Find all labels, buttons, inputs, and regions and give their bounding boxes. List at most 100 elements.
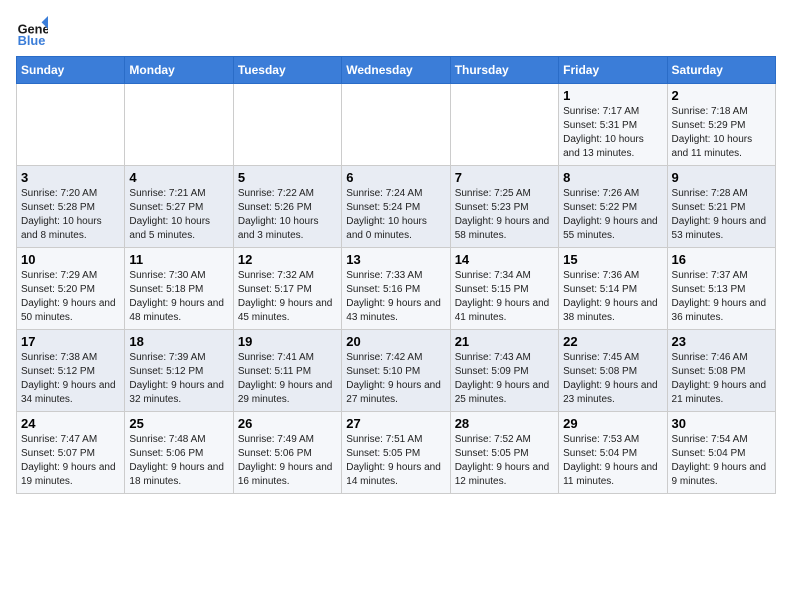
calendar-cell: [450, 84, 558, 166]
svg-text:Blue: Blue: [18, 33, 46, 48]
calendar-week-row: 17Sunrise: 7:38 AM Sunset: 5:12 PM Dayli…: [17, 330, 776, 412]
weekday-header: Sunday: [17, 57, 125, 84]
day-info: Sunrise: 7:33 AM Sunset: 5:16 PM Dayligh…: [346, 269, 445, 325]
day-info: Sunrise: 7:30 AM Sunset: 5:18 PM Dayligh…: [129, 269, 228, 325]
day-number: 26: [238, 416, 337, 431]
calendar-cell: 20 Sunrise: 7:42 AM Sunset: 5:10 PM Dayli…: [342, 330, 450, 412]
day-info: Sunrise: 7:29 AM Sunset: 5:20 PM Dayligh…: [21, 269, 120, 325]
weekday-header: Saturday: [667, 57, 775, 84]
calendar-cell: 15Sunrise: 7:36 AM Sunset: 5:14 PM Dayli…: [559, 248, 667, 330]
calendar-cell: 24 Sunrise: 7:47 AM Sunset: 5:07 PM Dayli…: [17, 412, 125, 494]
day-info: Sunrise: 7:45 AM Sunset: 5:08 PM Dayligh…: [563, 351, 662, 407]
day-number: 4: [129, 170, 228, 185]
day-number: 9: [672, 170, 771, 185]
day-number: 6: [346, 170, 445, 185]
calendar-cell: [342, 84, 450, 166]
day-number: 24: [21, 416, 120, 431]
calendar-cell: 29 Sunrise: 7:53 AM Sunset: 5:04 PM Dayli…: [559, 412, 667, 494]
weekday-row: SundayMondayTuesdayWednesdayThursdayFrid…: [17, 57, 776, 84]
weekday-header: Tuesday: [233, 57, 341, 84]
weekday-header: Wednesday: [342, 57, 450, 84]
day-number: 14: [455, 252, 554, 267]
day-number: 15: [563, 252, 662, 267]
calendar-cell: 22Sunrise: 7:45 AM Sunset: 5:08 PM Dayli…: [559, 330, 667, 412]
day-number: 18: [129, 334, 228, 349]
day-info: Sunrise: 7:28 AM Sunset: 5:21 PM Dayligh…: [672, 187, 771, 243]
calendar-cell: 17Sunrise: 7:38 AM Sunset: 5:12 PM Dayli…: [17, 330, 125, 412]
calendar-cell: 21 Sunrise: 7:43 AM Sunset: 5:09 PM Dayli…: [450, 330, 558, 412]
day-info: Sunrise: 7:51 AM Sunset: 5:05 PM Dayligh…: [346, 433, 445, 489]
calendar-cell: 27 Sunrise: 7:51 AM Sunset: 5:05 PM Dayli…: [342, 412, 450, 494]
calendar-cell: 4 Sunrise: 7:21 AM Sunset: 5:27 PM Daylig…: [125, 166, 233, 248]
calendar-cell: [125, 84, 233, 166]
day-info: Sunrise: 7:41 AM Sunset: 5:11 PM Dayligh…: [238, 351, 337, 407]
calendar-cell: 7Sunrise: 7:25 AM Sunset: 5:23 PM Daylig…: [450, 166, 558, 248]
calendar-cell: 12 Sunrise: 7:32 AM Sunset: 5:17 PM Dayli…: [233, 248, 341, 330]
day-info: Sunrise: 7:54 AM Sunset: 5:04 PM Dayligh…: [672, 433, 771, 489]
day-info: Sunrise: 7:53 AM Sunset: 5:04 PM Dayligh…: [563, 433, 662, 489]
day-number: 21: [455, 334, 554, 349]
calendar-table: SundayMondayTuesdayWednesdayThursdayFrid…: [16, 56, 776, 494]
day-info: Sunrise: 7:17 AM Sunset: 5:31 PM Dayligh…: [563, 105, 662, 161]
calendar-cell: 2Sunrise: 7:18 AM Sunset: 5:29 PM Daylig…: [667, 84, 775, 166]
day-info: Sunrise: 7:26 AM Sunset: 5:22 PM Dayligh…: [563, 187, 662, 243]
logo: General Blue: [16, 16, 48, 48]
day-info: Sunrise: 7:24 AM Sunset: 5:24 PM Dayligh…: [346, 187, 445, 243]
logo-icon: General Blue: [16, 16, 48, 48]
calendar-cell: [17, 84, 125, 166]
day-number: 25: [129, 416, 228, 431]
calendar-body: 1 Sunrise: 7:17 AM Sunset: 5:31 PM Daylig…: [17, 84, 776, 494]
weekday-header: Friday: [559, 57, 667, 84]
day-info: Sunrise: 7:37 AM Sunset: 5:13 PM Dayligh…: [672, 269, 771, 325]
calendar-cell: 11 Sunrise: 7:30 AM Sunset: 5:18 PM Dayli…: [125, 248, 233, 330]
calendar-cell: 30Sunrise: 7:54 AM Sunset: 5:04 PM Dayli…: [667, 412, 775, 494]
calendar-cell: 28Sunrise: 7:52 AM Sunset: 5:05 PM Dayli…: [450, 412, 558, 494]
day-number: 27: [346, 416, 445, 431]
calendar-cell: [233, 84, 341, 166]
day-info: Sunrise: 7:43 AM Sunset: 5:09 PM Dayligh…: [455, 351, 554, 407]
day-number: 13: [346, 252, 445, 267]
day-info: Sunrise: 7:39 AM Sunset: 5:12 PM Dayligh…: [129, 351, 228, 407]
calendar-cell: 13 Sunrise: 7:33 AM Sunset: 5:16 PM Dayli…: [342, 248, 450, 330]
day-number: 20: [346, 334, 445, 349]
calendar-week-row: 10Sunrise: 7:29 AM Sunset: 5:20 PM Dayli…: [17, 248, 776, 330]
day-info: Sunrise: 7:52 AM Sunset: 5:05 PM Dayligh…: [455, 433, 554, 489]
day-number: 17: [21, 334, 120, 349]
day-number: 12: [238, 252, 337, 267]
weekday-header: Monday: [125, 57, 233, 84]
day-number: 8: [563, 170, 662, 185]
calendar-cell: 16 Sunrise: 7:37 AM Sunset: 5:13 PM Dayli…: [667, 248, 775, 330]
calendar-cell: 5 Sunrise: 7:22 AM Sunset: 5:26 PM Daylig…: [233, 166, 341, 248]
calendar-week-row: 24 Sunrise: 7:47 AM Sunset: 5:07 PM Dayli…: [17, 412, 776, 494]
day-info: Sunrise: 7:48 AM Sunset: 5:06 PM Dayligh…: [129, 433, 228, 489]
day-info: Sunrise: 7:21 AM Sunset: 5:27 PM Dayligh…: [129, 187, 228, 243]
page-header: General Blue: [16, 16, 776, 48]
day-info: Sunrise: 7:18 AM Sunset: 5:29 PM Dayligh…: [672, 105, 771, 161]
calendar-week-row: 3Sunrise: 7:20 AM Sunset: 5:28 PM Daylig…: [17, 166, 776, 248]
weekday-header: Thursday: [450, 57, 558, 84]
day-info: Sunrise: 7:42 AM Sunset: 5:10 PM Dayligh…: [346, 351, 445, 407]
day-info: Sunrise: 7:22 AM Sunset: 5:26 PM Dayligh…: [238, 187, 337, 243]
calendar-cell: 6 Sunrise: 7:24 AM Sunset: 5:24 PM Daylig…: [342, 166, 450, 248]
day-info: Sunrise: 7:47 AM Sunset: 5:07 PM Dayligh…: [21, 433, 120, 489]
day-number: 19: [238, 334, 337, 349]
calendar-cell: 3Sunrise: 7:20 AM Sunset: 5:28 PM Daylig…: [17, 166, 125, 248]
day-info: Sunrise: 7:46 AM Sunset: 5:08 PM Dayligh…: [672, 351, 771, 407]
day-number: 11: [129, 252, 228, 267]
day-number: 1: [563, 88, 662, 103]
calendar-header: SundayMondayTuesdayWednesdayThursdayFrid…: [17, 57, 776, 84]
calendar-week-row: 1 Sunrise: 7:17 AM Sunset: 5:31 PM Daylig…: [17, 84, 776, 166]
day-info: Sunrise: 7:32 AM Sunset: 5:17 PM Dayligh…: [238, 269, 337, 325]
day-number: 29: [563, 416, 662, 431]
calendar-cell: 10Sunrise: 7:29 AM Sunset: 5:20 PM Dayli…: [17, 248, 125, 330]
day-number: 23: [672, 334, 771, 349]
calendar-cell: 25 Sunrise: 7:48 AM Sunset: 5:06 PM Dayli…: [125, 412, 233, 494]
day-info: Sunrise: 7:25 AM Sunset: 5:23 PM Dayligh…: [455, 187, 554, 243]
day-number: 5: [238, 170, 337, 185]
day-info: Sunrise: 7:20 AM Sunset: 5:28 PM Dayligh…: [21, 187, 120, 243]
day-number: 16: [672, 252, 771, 267]
calendar-cell: 8 Sunrise: 7:26 AM Sunset: 5:22 PM Daylig…: [559, 166, 667, 248]
day-info: Sunrise: 7:34 AM Sunset: 5:15 PM Dayligh…: [455, 269, 554, 325]
calendar-cell: 19 Sunrise: 7:41 AM Sunset: 5:11 PM Dayli…: [233, 330, 341, 412]
calendar-cell: 26Sunrise: 7:49 AM Sunset: 5:06 PM Dayli…: [233, 412, 341, 494]
